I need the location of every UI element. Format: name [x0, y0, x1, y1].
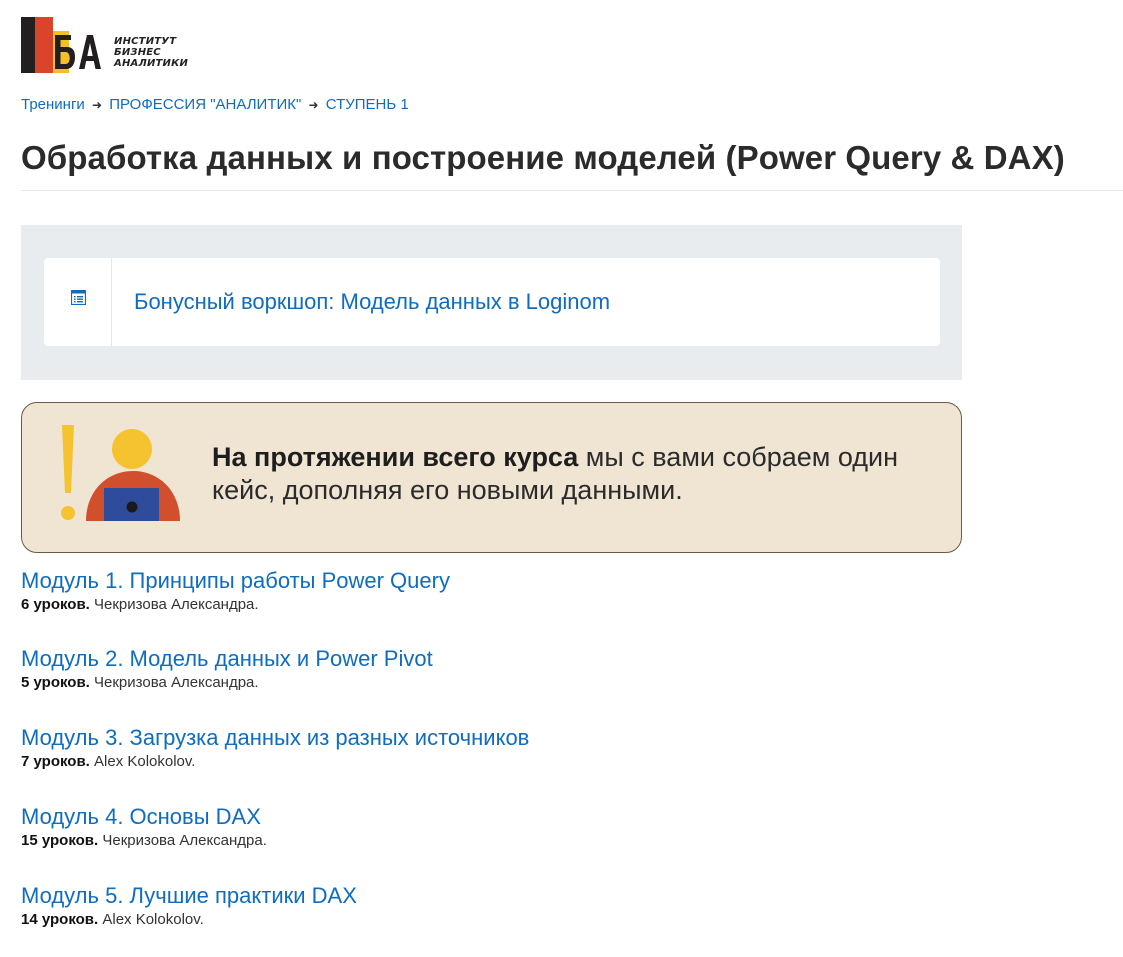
title-divider: [21, 190, 1123, 191]
module-lessons-count: 5 уроков.: [21, 674, 90, 691]
module-lessons-count: 7 уроков.: [21, 753, 90, 770]
module-title-link[interactable]: Модуль 3. Загрузка данных из разных исто…: [21, 724, 921, 752]
logo-line-3: Аналитики: [114, 58, 189, 69]
module-lessons-count: 15 уроков.: [21, 832, 99, 849]
course-banner: На протяжении всего курса мы с вами собр…: [21, 402, 962, 553]
site-logo[interactable]: Институт Бизнес Аналитики: [21, 17, 191, 73]
breadcrumb: Тренинги ➜ ПРОФЕССИЯ "АНАЛИТИК" ➜ СТУПЕН…: [21, 96, 409, 114]
breadcrumb-trainings[interactable]: Тренинги: [21, 96, 85, 113]
banner-text-bold: На протяжении всего курса: [212, 442, 579, 472]
module-lessons-count: 14 уроков.: [21, 911, 99, 928]
module-lessons-count: 6 уроков.: [21, 596, 90, 613]
list-icon: [71, 290, 86, 305]
module-meta: 7 уроков. Alex Kolokolov.: [21, 752, 921, 772]
bonus-section: Бонусный воркшоп: Модель данных в Logino…: [21, 225, 962, 380]
module-item: Модуль 1. Принципы работы Power Query 6 …: [21, 567, 921, 615]
bonus-workshop-link[interactable]: Бонусный воркшоп: Модель данных в Logino…: [134, 288, 610, 316]
person-illustration-icon: [61, 425, 180, 521]
breadcrumb-profession[interactable]: ПРОФЕССИЯ "АНАЛИТИК": [109, 96, 301, 113]
module-author: Alex Kolokolov.: [94, 753, 196, 770]
module-item: Модуль 2. Модель данных и Power Pivot 5 …: [21, 645, 921, 693]
module-author: Alex Kolokolov.: [102, 911, 204, 928]
module-item: Модуль 5. Лучшие практики DAX 14 уроков.…: [21, 882, 921, 930]
module-title-link[interactable]: Модуль 5. Лучшие практики DAX: [21, 882, 921, 910]
module-author: Чекризова Александра.: [102, 832, 267, 849]
module-author: Чекризова Александра.: [94, 596, 259, 613]
module-meta: 5 уроков. Чекризова Александра.: [21, 673, 921, 693]
logo-text: Институт Бизнес Аналитики: [114, 36, 188, 69]
module-meta: 14 уроков. Alex Kolokolov.: [21, 910, 921, 930]
module-meta: 6 уроков. Чекризова Александра.: [21, 595, 921, 615]
module-item: Модуль 3. Загрузка данных из разных исто…: [21, 724, 921, 772]
logo-line-1: Институт: [114, 36, 177, 47]
banner-text: На протяжении всего курса мы с вами собр…: [212, 441, 932, 507]
breadcrumb-arrow-icon: ➜: [308, 98, 319, 112]
breadcrumb-step[interactable]: СТУПЕНЬ 1: [326, 96, 409, 113]
bonus-activity-card[interactable]: Бонусный воркшоп: Модель данных в Logino…: [44, 258, 940, 346]
logo-mark-icon: [21, 17, 101, 73]
bonus-icon-cell: [44, 258, 112, 346]
breadcrumb-arrow-icon: ➜: [91, 98, 103, 112]
logo-line-2: Бизнес: [114, 47, 161, 58]
module-item: Модуль 4. Основы DAX 15 уроков. Чекризов…: [21, 803, 921, 851]
page-title: Обработка данных и построение моделей (P…: [21, 139, 1065, 176]
module-title-link[interactable]: Модуль 2. Модель данных и Power Pivot: [21, 645, 921, 673]
module-title-link[interactable]: Модуль 1. Принципы работы Power Query: [21, 567, 921, 595]
module-title-link[interactable]: Модуль 4. Основы DAX: [21, 803, 921, 831]
module-meta: 15 уроков. Чекризова Александра.: [21, 831, 921, 851]
module-author: Чекризова Александра.: [94, 674, 259, 691]
